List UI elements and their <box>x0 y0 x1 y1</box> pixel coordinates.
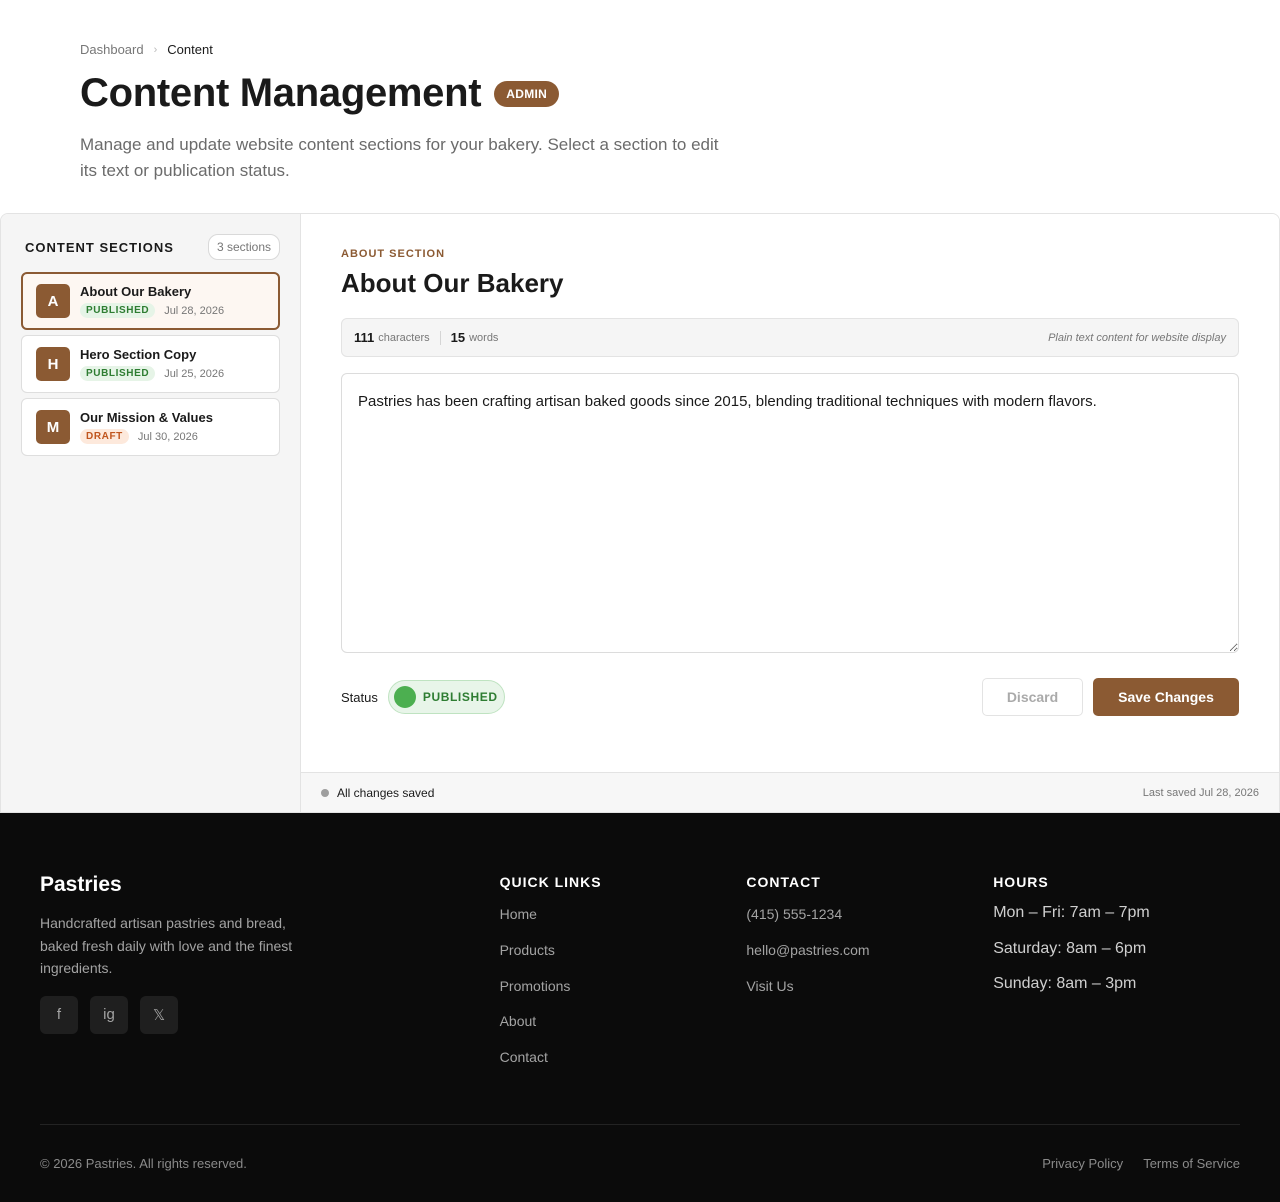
section-avatar: H <box>36 347 70 381</box>
title-row: Content Management ADMIN <box>80 71 1200 116</box>
character-count-label: characters <box>378 331 430 344</box>
editor-action-row: Status PUBLISHED Discard Save Changes <box>341 678 1239 716</box>
toggle-knob <box>393 686 416 708</box>
terms-of-service-link[interactable]: Terms of Service <box>1143 1156 1240 1171</box>
footer-brand-name: Pastries <box>40 873 122 896</box>
section-item-hero-section-copy[interactable]: H Hero Section Copy PUBLISHED Jul 25, 20… <box>21 335 280 393</box>
site-footer: Pastries Handcrafted artisan pastries an… <box>0 813 1280 1202</box>
footer-link-about[interactable]: About <box>500 1011 747 1047</box>
toggle-status-text: PUBLISHED <box>422 690 498 704</box>
page-description: Manage and update website content sectio… <box>80 135 719 180</box>
content-workspace: CONTENT SECTIONS 3 sections A About Our … <box>0 213 1280 813</box>
last-saved-text: Last saved Jul 28, 2026 <box>1142 786 1259 799</box>
footer-hours: HOURS Mon – Fri: 7am – 7pm Saturday: 8am… <box>993 873 1240 1124</box>
save-status-text: All changes saved <box>337 785 435 800</box>
section-item-meta: DRAFT Jul 30, 2026 <box>80 429 213 444</box>
privacy-policy-link[interactable]: Privacy Policy <box>1042 1156 1123 1171</box>
section-avatar: A <box>36 284 70 318</box>
legal-links: Privacy Policy Terms of Service <box>1022 1156 1240 1171</box>
content-stats-bar: 111 characters 15 words Plain text conte… <box>341 318 1239 357</box>
section-item-title: About Our Bakery <box>80 284 192 299</box>
content-editor: ABOUT SECTION About Our Bakery 111 chara… <box>301 214 1279 812</box>
section-item-body: About Our Bakery PUBLISHED Jul 28, 2026 <box>80 284 224 318</box>
section-item-body: Hero Section Copy PUBLISHED Jul 25, 2026 <box>80 347 224 381</box>
status-badge: PUBLISHED <box>80 303 156 318</box>
save-changes-button[interactable]: Save Changes <box>1093 678 1239 716</box>
contact-phone[interactable]: (415) 555-1234 <box>746 904 993 940</box>
admin-badge: ADMIN <box>494 80 560 107</box>
stats-divider <box>439 330 441 345</box>
footer-link-products[interactable]: Products <box>500 940 747 976</box>
quick-links-heading: QUICK LINKS <box>499 874 602 890</box>
editor-status-footer: All changes saved Last saved Jul 28, 202… <box>301 772 1279 812</box>
section-item-our-mission-values[interactable]: M Our Mission & Values DRAFT Jul 30, 202… <box>21 398 280 456</box>
footer-link-contact[interactable]: Contact <box>500 1047 747 1083</box>
sidebar-title: CONTENT SECTIONS <box>25 239 174 255</box>
hours-list: Mon – Fri: 7am – 7pm Saturday: 8am – 6pm… <box>993 902 1240 1009</box>
footer-brand-column: Pastries Handcrafted artisan pastries an… <box>40 873 500 1124</box>
sidebar-header: CONTENT SECTIONS 3 sections <box>21 234 280 260</box>
facebook-icon[interactable]: f <box>40 995 78 1034</box>
page-title: Content Management <box>80 71 482 115</box>
instagram-icon[interactable]: ig <box>90 995 128 1034</box>
section-item-date: Jul 30, 2026 <box>137 430 198 443</box>
breadcrumb-separator-icon: › <box>153 43 158 56</box>
footer-quick-links: QUICK LINKS Home Products Promotions Abo… <box>500 873 747 1124</box>
page-header: Dashboard › Content Content Management A… <box>0 0 1280 213</box>
breadcrumb-current: Content <box>167 42 213 57</box>
breadcrumb-dashboard-link[interactable]: Dashboard <box>80 42 144 57</box>
section-item-body: Our Mission & Values DRAFT Jul 30, 2026 <box>80 410 213 444</box>
section-count-badge: 3 sections <box>207 234 280 260</box>
contact-list: (415) 555-1234 hello@pastries.com Visit … <box>746 904 993 1011</box>
footer-brand-description: Handcrafted artisan pastries and bread, … <box>40 915 293 976</box>
social-links: f ig 𝕏 <box>40 995 500 1034</box>
contact-heading: CONTACT <box>746 874 821 890</box>
hours-weekday: Mon – Fri: 7am – 7pm <box>993 904 1150 921</box>
section-item-date: Jul 25, 2026 <box>164 367 225 380</box>
save-status-dot-icon <box>321 788 329 797</box>
section-item-about-our-bakery[interactable]: A About Our Bakery PUBLISHED Jul 28, 202… <box>21 272 280 330</box>
footer-contact: CONTACT (415) 555-1234 hello@pastries.co… <box>746 873 993 1124</box>
section-item-meta: PUBLISHED Jul 28, 2026 <box>80 303 224 318</box>
content-format-hint: Plain text content for website display <box>1048 331 1226 344</box>
word-count: 15 <box>450 330 466 345</box>
publish-status-toggle[interactable]: PUBLISHED <box>387 680 505 714</box>
content-textarea[interactable]: Pastries has been crafting artisan baked… <box>341 373 1239 653</box>
status-badge: PUBLISHED <box>80 366 156 381</box>
footer-bottom-bar: © 2026 Pastries. All rights reserved. Pr… <box>40 1124 1240 1202</box>
x-twitter-icon[interactable]: 𝕏 <box>140 995 178 1034</box>
quick-links-list: Home Products Promotions About Contact <box>500 904 747 1083</box>
contact-email[interactable]: hello@pastries.com <box>746 940 993 976</box>
hours-heading: HOURS <box>993 874 1049 890</box>
character-count: 111 <box>354 330 375 345</box>
hours-sunday: Sunday: 8am – 3pm <box>993 975 1137 992</box>
section-item-date: Jul 28, 2026 <box>164 304 225 317</box>
content-sections-sidebar: CONTENT SECTIONS 3 sections A About Our … <box>1 214 301 812</box>
section-item-meta: PUBLISHED Jul 25, 2026 <box>80 366 224 381</box>
copyright-text: © 2026 Pastries. All rights reserved. <box>40 1156 247 1171</box>
footer-link-promotions[interactable]: Promotions <box>500 976 747 1012</box>
word-count-label: words <box>469 331 499 344</box>
editor-title: About Our Bakery <box>341 268 564 298</box>
footer-link-home[interactable]: Home <box>500 904 747 940</box>
breadcrumb: Dashboard › Content <box>80 42 1200 57</box>
section-avatar: M <box>36 410 70 444</box>
status-label: Status <box>341 689 378 705</box>
section-item-title: Our Mission & Values <box>80 410 213 425</box>
footer-columns: Pastries Handcrafted artisan pastries an… <box>40 813 1240 1124</box>
contact-visit-us[interactable]: Visit Us <box>746 976 993 1012</box>
section-eyebrow: ABOUT SECTION <box>341 248 446 260</box>
hours-saturday: Saturday: 8am – 6pm <box>993 939 1147 957</box>
editor-body: ABOUT SECTION About Our Bakery 111 chara… <box>301 214 1279 716</box>
section-item-title: Hero Section Copy <box>80 347 197 362</box>
discard-button[interactable]: Discard <box>982 678 1083 716</box>
status-badge: DRAFT <box>80 429 129 444</box>
